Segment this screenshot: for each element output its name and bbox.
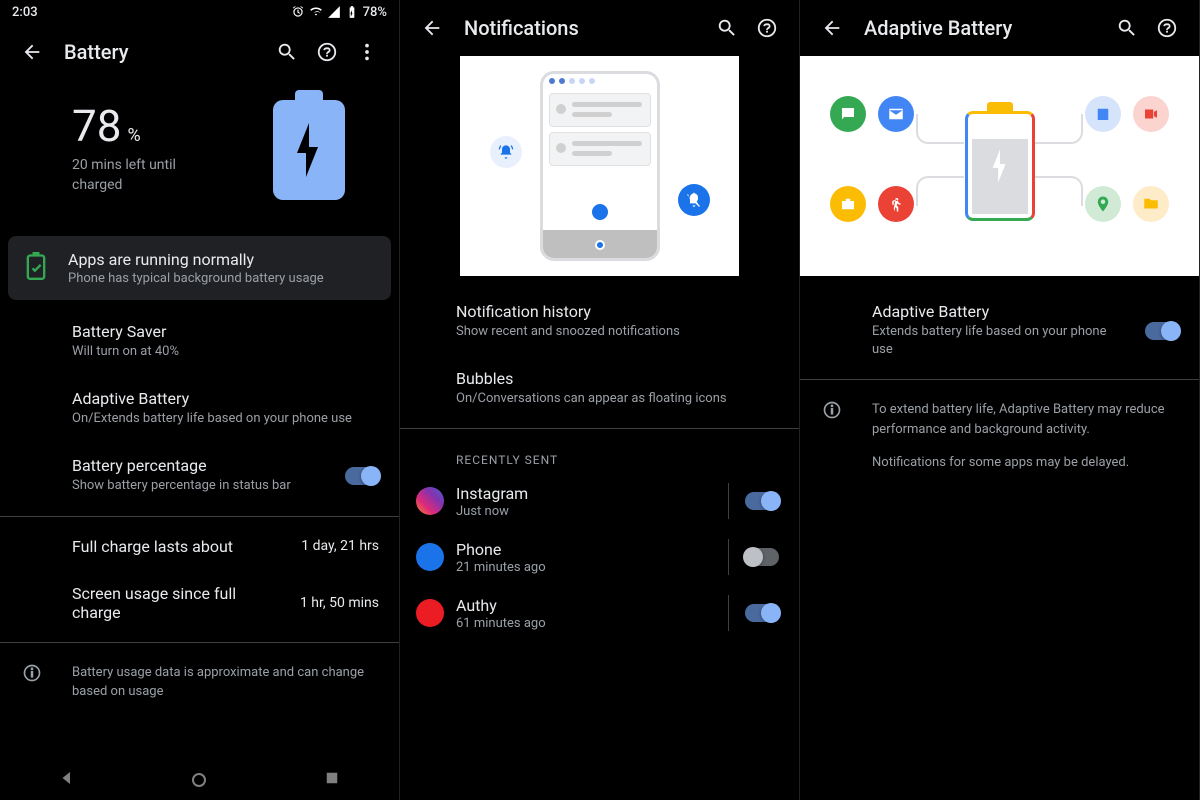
recently-sent-header: RECENTLY SENT [400, 435, 799, 473]
full-charge-value: 1 day, 21 hrs [301, 538, 379, 554]
status-bar: 2:03 78% [0, 0, 399, 24]
battery-status-card[interactable]: Apps are running normally Phone has typi… [8, 236, 391, 300]
help-button[interactable] [1147, 8, 1187, 48]
app-name: Authy [456, 596, 546, 615]
battery-hero-sub: 20 mins left until charged [72, 156, 222, 195]
recently-sent-list: InstagramJust nowPhone21 minutes agoAuth… [400, 473, 799, 641]
mail-chip-icon [878, 96, 914, 132]
app-icon [416, 599, 444, 627]
app-name: Phone [456, 540, 546, 559]
nav-bar [0, 760, 399, 800]
adaptive-battery-screen: Adaptive Battery Adapt [800, 0, 1200, 800]
battery-status-icon [345, 5, 359, 19]
search-icon [1116, 17, 1138, 39]
app-notification-toggle[interactable] [745, 492, 779, 510]
page-title: Adaptive Battery [864, 16, 1107, 40]
app-bar: Battery [0, 24, 399, 80]
page-title: Notifications [464, 16, 707, 40]
battery-pct-status: 78% [363, 5, 387, 20]
back-arrow-icon [21, 41, 43, 63]
search-button[interactable] [267, 32, 307, 72]
battery-percentage-toggle[interactable] [345, 467, 379, 485]
help-button[interactable] [307, 32, 347, 72]
back-arrow-icon [821, 17, 843, 39]
divider [0, 642, 399, 643]
back-button[interactable] [412, 8, 452, 48]
page-title: Battery [64, 40, 267, 64]
adaptive-battery-illustration [800, 56, 1199, 276]
search-button[interactable] [1107, 8, 1147, 48]
back-button[interactable] [12, 32, 52, 72]
more-vert-icon [356, 41, 378, 63]
location-chip-icon [1085, 186, 1121, 222]
help-button[interactable] [747, 8, 787, 48]
screen-usage-row[interactable]: Screen usage since full charge 1 hr, 50 … [0, 570, 399, 636]
phone-illustration [540, 71, 660, 261]
app-time: 21 minutes ago [456, 560, 546, 575]
battery-hero: 78 % 20 mins left until charged [0, 80, 399, 228]
help-icon [316, 41, 338, 63]
battery-saver-row[interactable]: Battery Saver Will turn on at 40% [0, 308, 399, 375]
alarm-icon [291, 5, 305, 19]
overflow-button[interactable] [347, 32, 387, 72]
help-icon [1156, 17, 1178, 39]
status-icons: 78% [291, 5, 387, 20]
bell-off-icon [678, 184, 710, 216]
notifications-screen: Notifications Notificati [400, 0, 800, 800]
app-icon [416, 543, 444, 571]
search-button[interactable] [707, 8, 747, 48]
briefcase-chip-icon [830, 186, 866, 222]
clock: 2:03 [12, 5, 38, 20]
chat-chip-icon [830, 96, 866, 132]
battery-percentage-row[interactable]: Battery percentage Show battery percenta… [0, 442, 399, 509]
app-name: Instagram [456, 484, 528, 503]
full-charge-row[interactable]: Full charge lasts about 1 day, 21 hrs [0, 523, 399, 570]
card-title: Apps are running normally [68, 250, 373, 269]
video-chip-icon [1133, 96, 1169, 132]
help-icon [756, 17, 778, 39]
battery-info-footer: Battery usage data is approximate and ca… [0, 649, 399, 716]
nav-recents[interactable] [323, 769, 341, 791]
battery-pct-unit: % [127, 125, 140, 146]
notifications-illustration [460, 56, 739, 276]
signal-icon [327, 5, 341, 19]
notification-history-row[interactable]: Notification history Show recent and sno… [400, 288, 799, 355]
search-icon [276, 41, 298, 63]
nav-back[interactable] [58, 769, 76, 791]
app-notification-toggle[interactable] [745, 604, 779, 622]
app-time: 61 minutes ago [456, 616, 546, 631]
app-bar: Notifications [400, 0, 799, 56]
adaptive-battery-toggle[interactable] [1145, 322, 1179, 340]
app-notification-toggle[interactable] [745, 548, 779, 566]
adaptive-battery-row[interactable]: Adaptive Battery On/Extends battery life… [0, 375, 399, 442]
info-icon [22, 663, 42, 690]
battery-pct-value: 78 [72, 100, 121, 152]
card-sub: Phone has typical background battery usa… [68, 271, 373, 286]
screen-usage-value: 1 hr, 50 mins [300, 595, 379, 611]
folder-chip-icon [1133, 186, 1169, 222]
battery-screen: 2:03 78% Battery 78 % 20 mins [0, 0, 400, 800]
bubbles-row[interactable]: Bubbles On/Conversations can appear as f… [400, 355, 799, 422]
app-notification-row[interactable]: Phone21 minutes ago [400, 529, 799, 585]
info-icon [822, 400, 842, 427]
search-icon [716, 17, 738, 39]
adaptive-toggle-row[interactable]: Adaptive Battery Extends battery life ba… [800, 288, 1199, 373]
app-notification-row[interactable]: InstagramJust now [400, 473, 799, 529]
app-icon [416, 487, 444, 515]
run-chip-icon [878, 186, 914, 222]
adaptive-info: To extend battery life, Adaptive Battery… [800, 386, 1199, 487]
app-notification-row[interactable]: Authy61 minutes ago [400, 585, 799, 641]
back-arrow-icon [421, 17, 443, 39]
app-bar: Adaptive Battery [800, 0, 1199, 56]
app-time: Just now [456, 504, 528, 519]
calendar-chip-icon [1085, 96, 1121, 132]
back-button[interactable] [812, 8, 852, 48]
battery-multicolor-icon [965, 111, 1035, 221]
battery-ok-icon [26, 252, 46, 284]
divider [0, 516, 399, 517]
battery-large-icon [273, 100, 345, 200]
bell-ring-icon [490, 136, 522, 168]
nav-home[interactable] [192, 773, 206, 787]
wifi-icon [309, 5, 323, 19]
